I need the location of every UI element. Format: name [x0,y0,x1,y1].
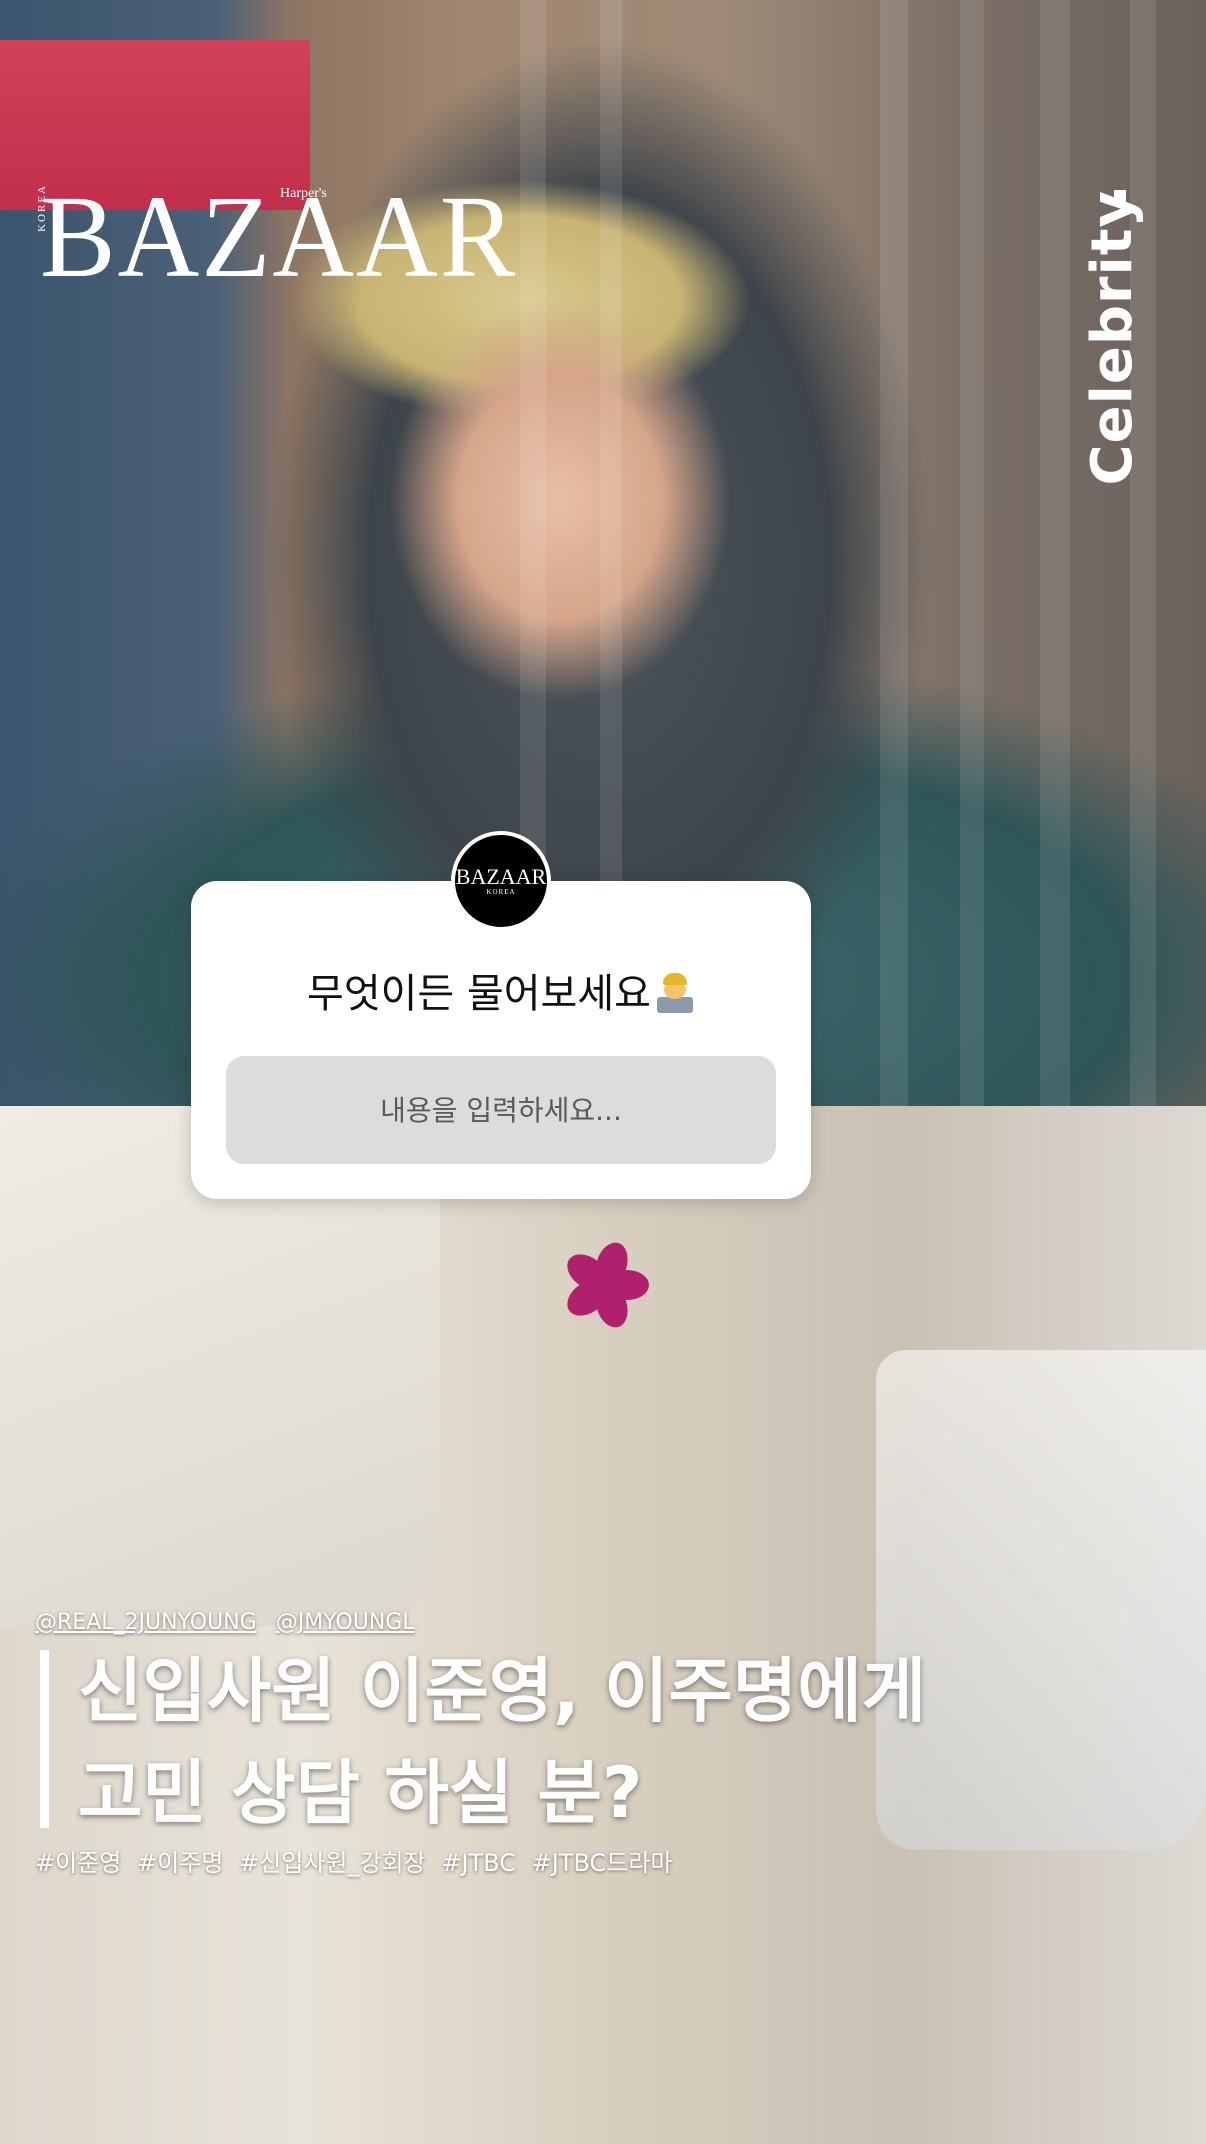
flower-hairpin [560,1238,650,1332]
headline-line: 고민 상담 하실 분? [78,1752,643,1834]
headline-accent-bar [40,1650,49,1828]
hashtag-list: #이준영 #이주명 #신입사원_강회장 #JTBC #JTBC드라마 [35,1843,681,1878]
headline-line: 신입사원 이준영, 이주명에게 [78,1650,927,1732]
question-input[interactable] [226,1056,776,1164]
technologist-icon [655,973,695,1013]
wall-slat [880,0,908,1106]
avatar-sub-logo: KOREA [486,888,516,896]
category-label: Celebrity [1080,190,1145,486]
sticker-avatar: BAZAAR KOREA [451,831,551,931]
question-prompt: 무엇이든 물어보세요 [191,961,811,1019]
mention-link[interactable]: @REAL_2JUNYOUNG [35,1610,257,1635]
brand-logo: KOREA Harper's BAZAAR [36,178,537,296]
wall-slat [1130,0,1156,1106]
hashtag-link[interactable]: #이주명 [137,1849,223,1877]
hashtag-link[interactable]: #신입사원_강회장 [239,1849,426,1877]
hashtag-link[interactable]: #JTBC드라마 [532,1849,673,1877]
avatar-logo: BAZAAR [455,864,547,889]
brand-wordmark: BAZAAR [40,171,518,302]
hashtag-link[interactable]: #이준영 [35,1849,121,1877]
mention-list: @REAL_2JUNYOUNG @JMYOUNGL [35,1610,427,1635]
headline: 신입사원 이준영, 이주명에게 고민 상담 하실 분? [78,1640,926,1844]
wall-slat [960,0,984,1106]
hashtag-link[interactable]: #JTBC [441,1849,516,1877]
category-marker [1114,190,1126,204]
wall-slat [1040,0,1070,1106]
mention-link[interactable]: @JMYOUNGL [276,1610,415,1635]
